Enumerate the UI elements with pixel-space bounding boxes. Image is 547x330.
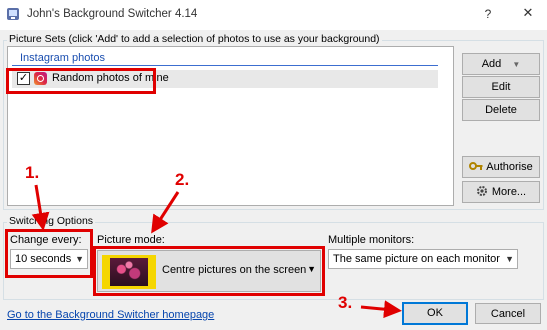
step-2-arrow bbox=[151, 191, 180, 234]
step-3-arrow bbox=[360, 300, 402, 319]
annotation-arrows bbox=[31, 184, 402, 319]
step-1-arrow bbox=[31, 184, 50, 231]
